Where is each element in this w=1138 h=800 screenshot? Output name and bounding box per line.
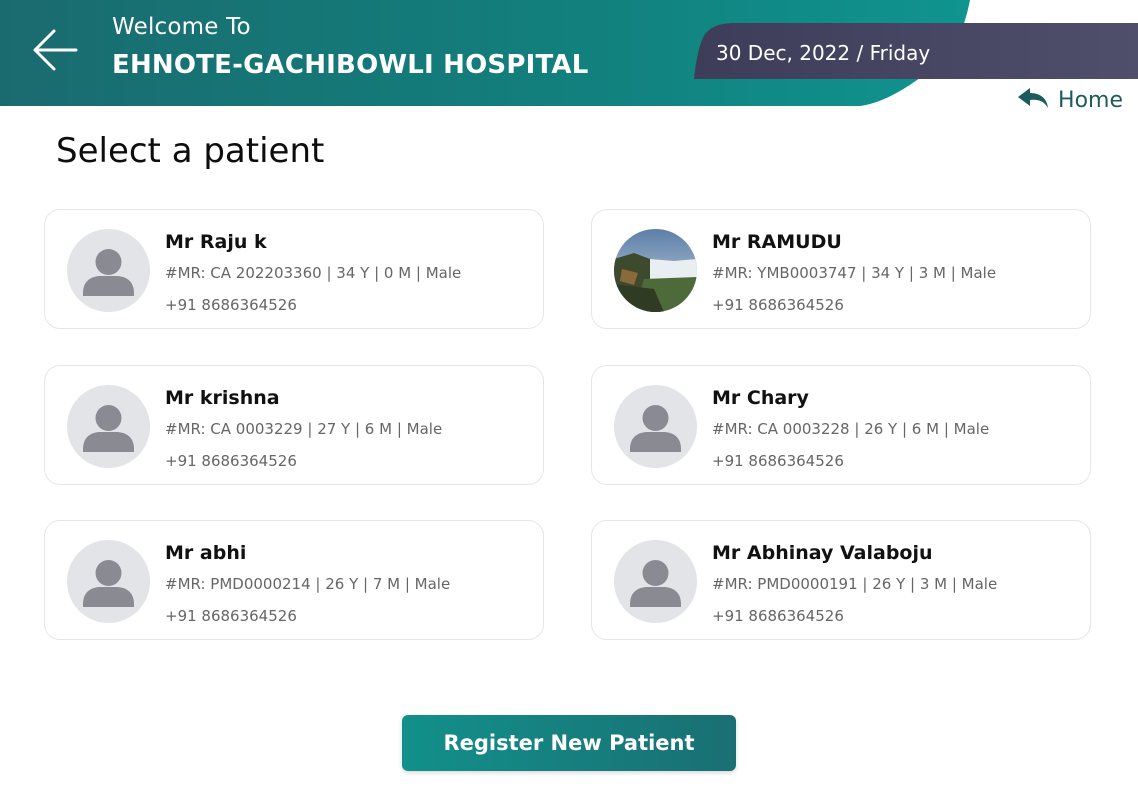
patient-card[interactable]: Mr abhi #MR: PMD0000214 | 26 Y | 7 M | M… [44, 520, 544, 640]
register-new-patient-button[interactable]: Register New Patient [402, 715, 736, 771]
patient-phone: +91 8686364526 [712, 607, 844, 625]
reply-arrow-icon [1016, 86, 1050, 114]
avatar-photo [614, 229, 697, 312]
patient-phone: +91 8686364526 [712, 296, 844, 314]
welcome-text: Welcome To [112, 14, 251, 40]
patient-list: Mr Raju k #MR: CA 202203360 | 34 Y | 0 M… [44, 209, 1094, 643]
patient-card[interactable]: Mr Chary #MR: CA 0003228 | 26 Y | 6 M | … [591, 365, 1091, 485]
patient-meta: #MR: CA 0003228 | 26 Y | 6 M | Male [712, 420, 990, 438]
patient-card[interactable]: Mr Raju k #MR: CA 202203360 | 34 Y | 0 M… [44, 209, 544, 329]
patient-phone: +91 8686364526 [165, 296, 297, 314]
patient-card[interactable]: Mr Abhinay Valaboju #MR: PMD0000191 | 26… [591, 520, 1091, 640]
avatar-placeholder-icon [67, 540, 150, 623]
arrow-left-icon [32, 28, 80, 76]
avatar-placeholder-icon [67, 385, 150, 468]
back-button[interactable] [30, 26, 82, 78]
patient-meta: #MR: YMB0003747 | 34 Y | 3 M | Male [712, 264, 997, 282]
patient-name: Mr RAMUDU [712, 231, 842, 253]
patient-name: Mr Raju k [165, 231, 267, 253]
patient-name: Mr abhi [165, 542, 247, 564]
avatar-placeholder-icon [614, 540, 697, 623]
patient-name: Mr Chary [712, 387, 809, 409]
patient-name: Mr Abhinay Valaboju [712, 542, 933, 564]
patient-phone: +91 8686364526 [165, 607, 297, 625]
patient-name: Mr krishna [165, 387, 280, 409]
patient-meta: #MR: CA 0003229 | 27 Y | 6 M | Male [165, 420, 443, 438]
patient-meta: #MR: CA 202203360 | 34 Y | 0 M | Male [165, 264, 462, 282]
hospital-name: EHNOTE-GACHIBOWLI HOSPITAL [112, 50, 589, 80]
avatar-placeholder-icon [614, 385, 697, 468]
patient-phone: +91 8686364526 [712, 452, 844, 470]
avatar-placeholder-icon [67, 229, 150, 312]
date-display: 30 Dec, 2022 / Friday [716, 41, 931, 65]
patient-meta: #MR: PMD0000214 | 26 Y | 7 M | Male [165, 575, 451, 593]
patient-phone: +91 8686364526 [165, 452, 297, 470]
patient-card[interactable]: Mr krishna #MR: CA 0003229 | 27 Y | 6 M … [44, 365, 544, 485]
home-label: Home [1058, 87, 1123, 113]
patient-card[interactable]: Mr RAMUDU #MR: YMB0003747 | 34 Y | 3 M |… [591, 209, 1091, 329]
patient-meta: #MR: PMD0000191 | 26 Y | 3 M | Male [712, 575, 998, 593]
home-link[interactable]: Home [1016, 86, 1123, 114]
page-title: Select a patient [56, 131, 325, 171]
